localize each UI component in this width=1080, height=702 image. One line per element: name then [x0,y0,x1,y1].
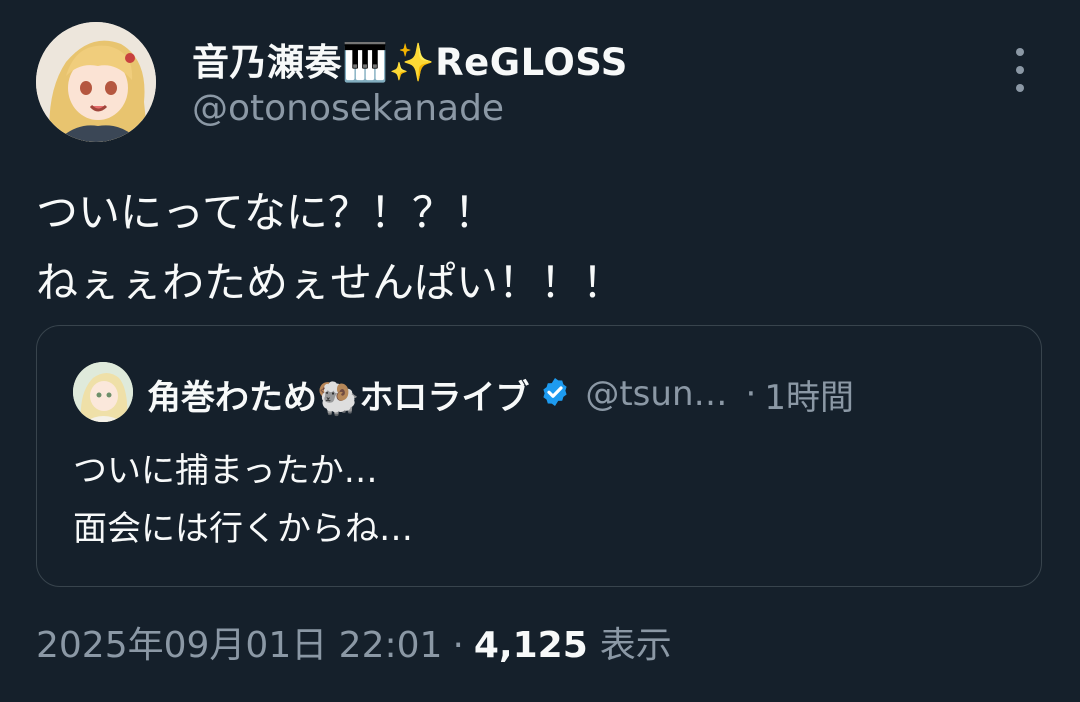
author-handle[interactable]: @otonosekanade [192,88,504,129]
tweet-text: ついにってなに？！？！ ねぇぇわためぇせんぱい！！！ [36,178,624,318]
more-vertical-icon-dot [1016,66,1024,74]
tweet-text-line: ねぇぇわためぇせんぱい！！！ [36,258,625,307]
quoted-tweet-card[interactable]: 角巻わため🐏ホロライブ @tsun… · 1時間 ついに捕まったか… 面会には行… [36,325,1042,587]
view-label: 表示 [599,625,672,666]
tweet-timestamp[interactable]: 2025年09月01日 22:01 [36,616,442,668]
view-count: 4,125 [473,625,588,666]
tweet-meta: 2025年09月01日 22:01 · 4,125 表示 [36,616,672,668]
quoted-author-avatar[interactable] [73,362,133,422]
quoted-tweet-header: 角巻わため🐏ホロライブ @tsun… · 1時間 [147,366,854,422]
quoted-separator: · [745,374,757,414]
quoted-tweet-time[interactable]: 1時間 [764,370,854,419]
avatar-image [36,22,156,142]
quoted-author-handle[interactable]: @tsun… [585,374,727,414]
quoted-tweet-text: ついに捕まったか… 面会には行くからね… [73,442,413,558]
meta-separator: · [452,625,464,666]
more-options-button[interactable] [1004,48,1036,92]
quoted-tweet-text-line: ついに捕まったか… [73,451,378,491]
quoted-avatar-image [73,362,133,422]
quoted-author-display-name[interactable]: 角巻わため🐏ホロライブ [147,370,529,419]
verified-badge-icon [539,376,571,412]
more-vertical-icon-dot [1016,84,1024,92]
tweet-text-line: ついにってなに？！？！ [36,188,496,237]
quoted-tweet-text-line: 面会には行くからね… [73,509,413,549]
more-vertical-icon [1016,48,1024,56]
author-avatar[interactable] [36,22,156,142]
author-display-name[interactable]: 音乃瀬奏🎹✨ReGLOSS [192,32,628,86]
